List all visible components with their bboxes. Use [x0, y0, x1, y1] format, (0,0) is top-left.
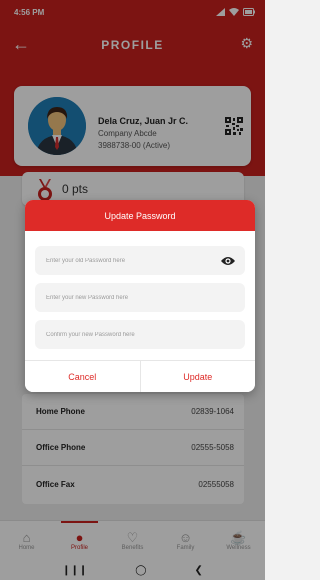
app-screen: 4:56 PM ← PROFILE ⚙ Dela Cruz, Juan Jr C… — [0, 0, 265, 580]
cancel-button[interactable]: Cancel — [25, 361, 140, 392]
update-password-dialog: Update Password Cancel Update — [25, 200, 255, 392]
old-password-input[interactable] — [35, 246, 245, 275]
dialog-title: Update Password — [25, 200, 255, 231]
dialog-actions: Cancel Update — [25, 360, 255, 392]
update-button[interactable]: Update — [139, 361, 255, 392]
confirm-password-input[interactable] — [35, 320, 245, 349]
eye-icon[interactable] — [221, 256, 235, 266]
new-password-input[interactable] — [35, 283, 245, 312]
